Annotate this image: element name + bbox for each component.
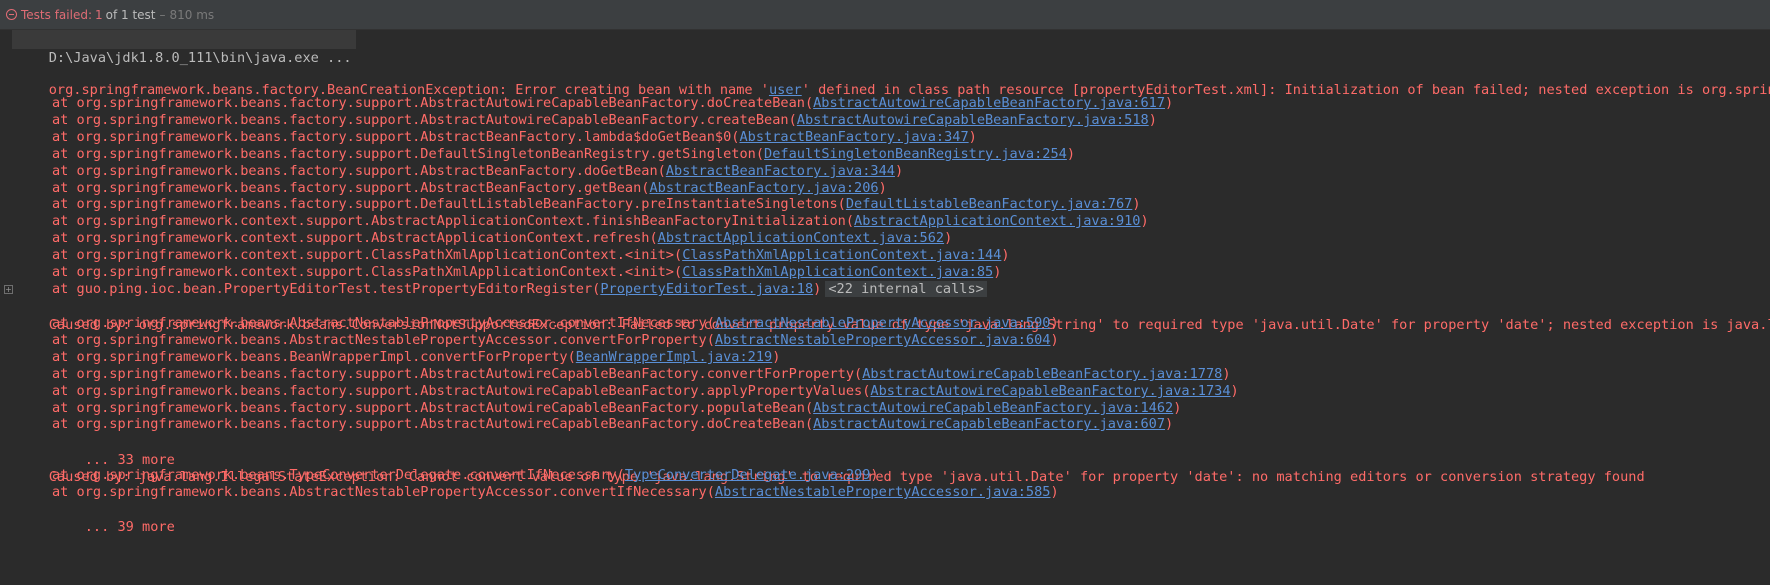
source-link[interactable]: DefaultSingletonBeanRegistry.java:254 — [764, 146, 1067, 162]
source-link[interactable]: ClassPathXmlApplicationContext.java:144 — [682, 247, 1001, 263]
frame-close: ) — [1165, 416, 1174, 432]
status-label: Tests failed: — [21, 7, 92, 22]
frame-close: ) — [993, 264, 1002, 280]
frame-method: at org.springframework.beans.factory.sup… — [52, 95, 814, 111]
source-link[interactable]: TypeConverterDelegate.java:299 — [625, 467, 871, 483]
frame-method: at org.springframework.beans.factory.sup… — [52, 112, 797, 128]
source-link[interactable]: AbstractBeanFactory.java:347 — [739, 129, 968, 145]
frame-close: ) — [1066, 146, 1076, 162]
internal-calls-toggle[interactable]: <22 internal calls> — [825, 281, 987, 297]
more-frames-2: ... 39 more — [16, 499, 175, 535]
test-status-bar: Tests failed: 1 of 1 test – 810 ms — [0, 0, 1770, 30]
source-link[interactable]: AbstractApplicationContext.java:562 — [658, 230, 944, 246]
more-frames-text: ... 39 more — [84, 519, 175, 535]
frame-method: at org.springframework.context.support.A… — [52, 230, 658, 246]
frame-close: ) — [1230, 383, 1239, 399]
frame-close: ) — [870, 467, 879, 483]
frame-method: at org.springframework.beans.AbstractNes… — [52, 332, 715, 348]
run-command[interactable]: D:\Java\jdk1.8.0_111\bin\java.exe ... — [12, 30, 356, 66]
frame-close: ) — [1165, 95, 1174, 111]
frame-method: at org.springframework.beans.factory.sup… — [52, 146, 765, 162]
source-link[interactable]: DefaultListableBeanFactory.java:767 — [846, 196, 1132, 212]
source-link[interactable]: AbstractBeanFactory.java:206 — [649, 180, 878, 196]
frame-method: at org.springframework.context.support.C… — [52, 264, 683, 280]
frame-method: at org.springframework.beans.BeanWrapper… — [52, 349, 576, 365]
frame-method: at org.springframework.beans.AbstractNes… — [52, 315, 715, 331]
source-link[interactable]: AbstractNestablePropertyAccessor.java:58… — [715, 484, 1051, 500]
frame-method: at org.springframework.beans.factory.sup… — [52, 129, 740, 145]
frame-close: ) — [1148, 112, 1157, 128]
source-link[interactable]: AbstractApplicationContext.java:910 — [854, 213, 1140, 229]
frame-method: at org.springframework.beans.TypeConvert… — [52, 467, 625, 483]
frame-close: ) — [1132, 196, 1141, 212]
total-tests: of 1 test — [105, 7, 156, 22]
failed-count: 1 — [95, 7, 103, 22]
source-link[interactable]: AbstractBeanFactory.java:344 — [666, 163, 895, 179]
frame-method: at org.springframework.beans.factory.sup… — [52, 416, 814, 432]
frame-method: at org.springframework.context.support.A… — [52, 213, 855, 229]
frame-close: ) — [1050, 484, 1059, 500]
frame-method: at org.springframework.beans.AbstractNes… — [52, 484, 715, 500]
console-output[interactable]: D:\Java\jdk1.8.0_111\bin\java.exe ... or… — [0, 30, 1770, 585]
frame-method: at org.springframework.beans.factory.sup… — [52, 196, 846, 212]
frame-close: ) — [1001, 247, 1010, 263]
frame-method: at org.springframework.beans.factory.sup… — [52, 180, 650, 196]
test-duration: 810 ms — [169, 7, 215, 22]
frame-method: at guo.ping.ioc.bean.PropertyEditorTest.… — [52, 281, 601, 297]
source-link[interactable]: ClassPathXmlApplicationContext.java:85 — [682, 264, 993, 280]
frame-method: at org.springframework.beans.factory.sup… — [52, 383, 871, 399]
expand-plus-icon[interactable]: + — [4, 285, 13, 294]
source-link[interactable]: AbstractNestablePropertyAccessor.java:59… — [715, 315, 1051, 331]
status-separator: – — [159, 7, 166, 22]
exception-header: org.springframework.beans.factory.BeanCr… — [16, 62, 1770, 98]
frame-close: ) — [1050, 332, 1059, 348]
source-link[interactable]: AbstractAutowireCapableBeanFactory.java:… — [813, 95, 1165, 111]
frame-close: ) — [772, 349, 781, 365]
frame-close: ) — [1050, 315, 1059, 331]
frame-close: ) — [813, 281, 822, 297]
source-link[interactable]: AbstractAutowireCapableBeanFactory.java:… — [797, 112, 1149, 128]
source-link[interactable]: AbstractAutowireCapableBeanFactory.java:… — [870, 383, 1230, 399]
frame-close: ) — [1222, 366, 1231, 382]
frame-close: ) — [894, 163, 904, 179]
frame-method: at org.springframework.beans.factory.sup… — [52, 366, 863, 382]
source-link[interactable]: BeanWrapperImpl.java:219 — [576, 349, 772, 365]
frame-close: ) — [944, 230, 953, 246]
frame-method: at org.springframework.beans.factory.sup… — [52, 163, 666, 179]
frame-close: ) — [1140, 213, 1149, 229]
source-link[interactable]: AbstractAutowireCapableBeanFactory.java:… — [813, 416, 1165, 432]
source-link[interactable]: AbstractNestablePropertyAccessor.java:60… — [715, 332, 1051, 348]
frame-close: ) — [968, 129, 977, 145]
stack-frame: at org.springframework.beans.factory.sup… — [16, 415, 1173, 434]
source-link[interactable]: PropertyEditorTest.java:18 — [600, 281, 813, 297]
frame-method: at org.springframework.beans.factory.sup… — [52, 400, 814, 416]
frame-close: ) — [878, 180, 887, 196]
test-failed-icon — [6, 9, 17, 20]
source-link[interactable]: AbstractAutowireCapableBeanFactory.java:… — [813, 400, 1173, 416]
frame-close: ) — [1173, 400, 1182, 416]
source-link[interactable]: AbstractAutowireCapableBeanFactory.java:… — [862, 366, 1222, 382]
frame-method: at org.springframework.context.support.C… — [52, 247, 683, 263]
